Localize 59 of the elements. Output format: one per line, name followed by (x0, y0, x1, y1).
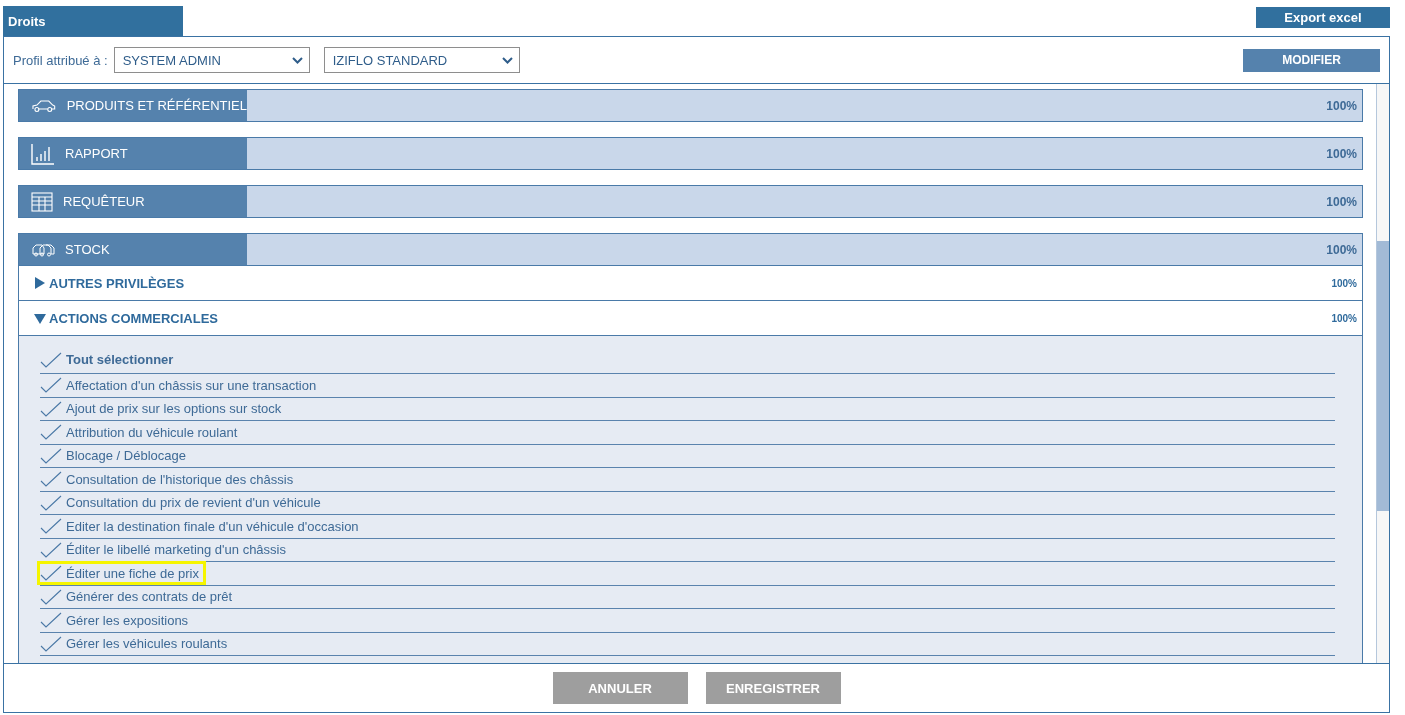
module-title: RAPPORT (65, 146, 128, 161)
cancel-button[interactable]: ANNULER (552, 672, 688, 704)
percentage: 100% (1326, 146, 1358, 161)
module-title: PRODUITS ET RÉFÉRENTIEL (66, 98, 247, 113)
checkmark-icon[interactable] (40, 541, 62, 558)
triangle-down-icon (34, 312, 46, 324)
checkmark-icon[interactable] (40, 565, 62, 582)
checkmark-icon[interactable] (40, 612, 62, 629)
checkmark-icon[interactable] (40, 471, 62, 488)
permission-label: Ajout de prix sur les options sur stock (66, 401, 282, 417)
percentage: 100% (1326, 242, 1358, 257)
checkmark-icon[interactable] (40, 518, 62, 535)
subsection-title: ACTIONS COMMERCIALES (49, 310, 218, 326)
modify-button[interactable]: MODIFIER (1243, 48, 1380, 72)
permission-label: Consultation du prix de revient d'un véhicule (66, 495, 321, 511)
profile-dropdown[interactable]: SYSTEM ADMIN (113, 47, 310, 73)
permission-label: Blocage / Déblocage (66, 448, 186, 464)
subsection-title: AUTRES PRIVILÈGES (49, 275, 185, 291)
chevron-icon (291, 56, 303, 64)
percentage: 100% (1326, 98, 1358, 113)
car-icon (31, 98, 57, 113)
permission-label: Affectation d'un châssis sur une transaction (66, 377, 317, 393)
select-all-label[interactable]: Tout sélectionner (66, 352, 174, 367)
chevron-icon (501, 56, 513, 64)
export-button[interactable]: Export excel (1256, 7, 1390, 28)
checkmark-icon[interactable] (40, 400, 62, 417)
checkmark-icon[interactable] (40, 494, 62, 511)
scrollbar[interactable] (1376, 84, 1389, 663)
module-bar[interactable]: RAPPORT 100% (18, 137, 1363, 170)
percentage: 100% (1326, 194, 1358, 209)
module-bar[interactable]: STOCK 100% (18, 233, 1363, 266)
module-title: REQUÊTEUR (63, 194, 145, 209)
profile-dropdown[interactable]: IZIFLO STANDARD (323, 47, 520, 73)
triangle-right-icon (34, 277, 46, 289)
module-title: STOCK (65, 242, 110, 257)
checkmark-icon[interactable] (40, 424, 62, 441)
permission-label: Consultation de l'historique des châssis (66, 471, 294, 487)
permission-label: Éditer une fiche de prix (66, 565, 199, 581)
table-icon (31, 191, 53, 212)
permission-label: Gérer les véhicules roulants (66, 636, 228, 652)
module-bar[interactable]: REQUÊTEUR 100% (18, 185, 1363, 218)
checkmark-icon[interactable] (40, 377, 62, 394)
permission-label: Générer des contrats de prêt (66, 589, 233, 605)
permission-label: Attribution du véhicule roulant (66, 424, 238, 440)
vehicles-icon (31, 241, 55, 258)
checkmark-icon[interactable] (40, 588, 62, 605)
permission-label: Éditer le libellé marketing d'un châssis (66, 542, 286, 558)
save-button[interactable]: ENREGISTRER (705, 672, 841, 704)
module-bar[interactable]: PRODUITS ET RÉFÉRENTIEL 100% (18, 89, 1363, 122)
permission-label: Gérer les expositions (66, 612, 189, 628)
checkmark-icon[interactable] (40, 351, 62, 368)
bar-chart-icon (31, 142, 55, 165)
profile-label: Profil attribué à : (13, 52, 108, 68)
checkmark-icon[interactable] (40, 447, 62, 464)
permission-label: Editer la destination finale d'un véhicule d'occasion (66, 518, 359, 534)
checkmark-icon[interactable] (40, 635, 62, 652)
percentage: 100% (1331, 277, 1357, 289)
tab[interactable]: Droits (3, 6, 183, 36)
percentage: 100% (1331, 312, 1357, 324)
